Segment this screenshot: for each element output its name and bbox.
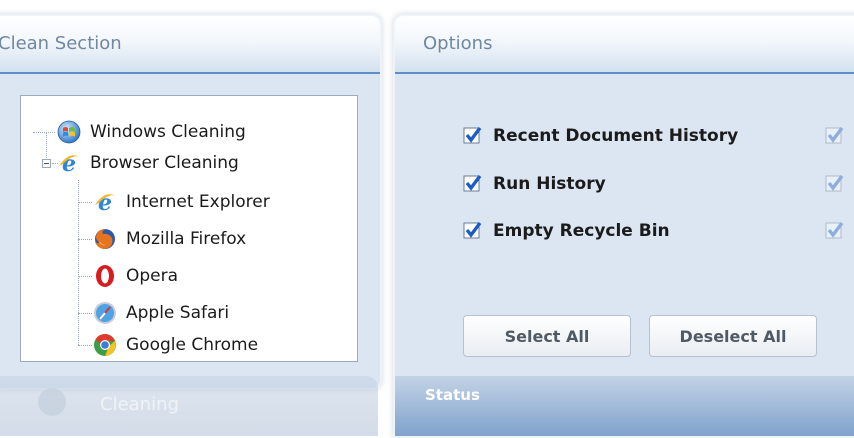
cleaning-section-title: Cleaning	[100, 394, 179, 415]
option-label: Empty Recycle Bin	[493, 221, 670, 241]
option-label: Run History	[493, 174, 606, 194]
options-header: Options	[395, 16, 854, 74]
tree-item-label: Opera	[126, 266, 179, 286]
tree-item-browser-cleaning[interactable]: e Browser Cleaning	[57, 151, 239, 175]
windows-icon	[57, 120, 81, 144]
checkbox-checked-icon[interactable]	[825, 126, 845, 146]
checkbox-checked-icon[interactable]	[463, 221, 483, 241]
options-title: Options	[423, 33, 493, 54]
tree-item-label: Windows Cleaning	[90, 122, 246, 142]
tree-item-opera[interactable]: Opera	[93, 264, 178, 288]
ie-icon: e	[95, 190, 116, 214]
tree-item-internet-explorer[interactable]: e Internet Explorer	[93, 190, 270, 214]
options-panel: Options Recent Document History Run Hist…	[393, 14, 854, 438]
firefox-icon	[95, 229, 115, 249]
safari-icon	[94, 302, 116, 324]
option-label: Recent Document History	[493, 126, 739, 146]
opera-icon	[96, 265, 114, 287]
status-title: Status	[425, 386, 480, 404]
tree-item-label: Apple Safari	[126, 303, 230, 323]
option-empty-recycle-bin[interactable]: Empty Recycle Bin	[463, 219, 670, 243]
collapse-toggle[interactable]	[42, 159, 51, 168]
clean-section-header: Clean Section	[0, 16, 380, 74]
svg-text:e: e	[62, 151, 76, 175]
tree-item-google-chrome[interactable]: Google Chrome	[93, 333, 258, 357]
status-section-header: Status	[395, 376, 854, 436]
ie-icon: e	[59, 151, 80, 175]
select-all-button[interactable]: Select All	[463, 315, 631, 357]
tree-item-windows-cleaning[interactable]: Windows Cleaning	[57, 120, 246, 144]
tree-item-apple-safari[interactable]: Apple Safari	[93, 301, 229, 325]
clean-tree[interactable]: Windows Cleaning e Browser Cleaning e In…	[20, 95, 358, 362]
tree-item-mozilla-firefox[interactable]: Mozilla Firefox	[93, 227, 246, 251]
tree-item-label: Browser Cleaning	[90, 153, 239, 173]
checkbox-checked-icon[interactable]	[825, 174, 845, 194]
option-run-history[interactable]: Run History	[463, 172, 606, 196]
tree-item-label: Internet Explorer	[126, 192, 270, 212]
option-recent-document-history[interactable]: Recent Document History	[463, 124, 738, 148]
chrome-icon	[94, 334, 116, 356]
clean-section-panel: Clean Section Windows Cleaning e Browser…	[0, 14, 382, 390]
clean-section-title: Clean Section	[0, 33, 122, 54]
checkbox-checked-icon[interactable]	[463, 174, 483, 194]
cleaning-icon	[38, 388, 66, 416]
deselect-all-button[interactable]: Deselect All	[649, 315, 817, 357]
checkbox-checked-icon[interactable]	[825, 221, 845, 241]
checkbox-checked-icon[interactable]	[463, 126, 483, 146]
svg-text:e: e	[98, 190, 112, 214]
tree-item-label: Google Chrome	[126, 335, 259, 355]
tree-item-label: Mozilla Firefox	[126, 229, 247, 249]
